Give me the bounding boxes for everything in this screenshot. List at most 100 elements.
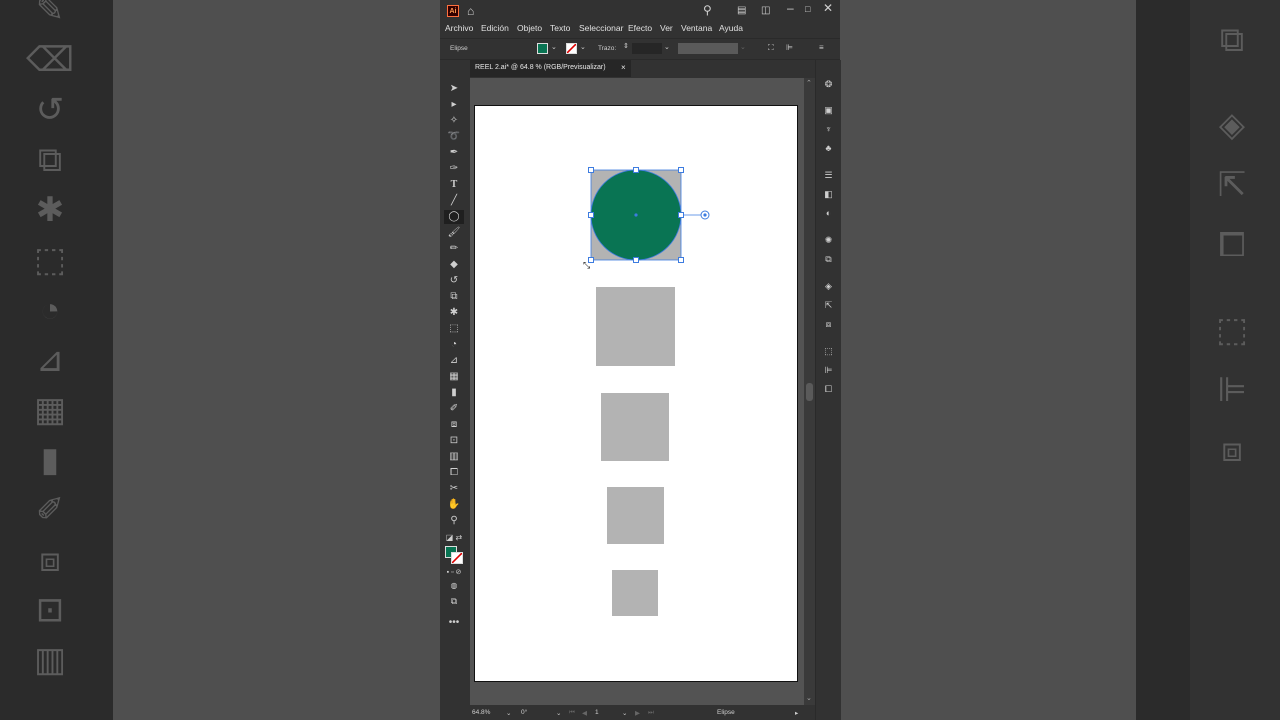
club-icon[interactable]: ♣: [822, 142, 835, 154]
magic-wand-tool-icon[interactable]: ✧: [444, 114, 464, 128]
default-colors-icon[interactable]: ◪ ⇄: [444, 531, 464, 545]
stroke-dropdown-icon[interactable]: ⌄: [580, 43, 586, 51]
selected-ellipse[interactable]: [585, 164, 715, 266]
selection-tool-icon[interactable]: ➤: [444, 82, 464, 96]
maximize-icon[interactable]: □: [805, 3, 810, 15]
artboard-dropdown-icon[interactable]: ⌄: [622, 709, 627, 717]
pencil-tool-icon[interactable]: ✏: [444, 242, 464, 256]
gray-square-3[interactable]: [607, 487, 664, 544]
menu-ayuda[interactable]: Ayuda: [719, 23, 743, 33]
edit-toolbar-icon[interactable]: •••: [444, 616, 464, 630]
transparency-icon[interactable]: ◐: [822, 207, 835, 219]
gray-square-2[interactable]: [601, 393, 669, 461]
menu-ventana[interactable]: Ventana: [681, 23, 712, 33]
pen-tool-icon[interactable]: ✒: [444, 146, 464, 160]
type-tool-icon[interactable]: T: [444, 178, 464, 192]
stroke-weight-dropdown-icon[interactable]: ⌄: [664, 43, 670, 51]
direct-selection-tool-icon[interactable]: ▸: [444, 98, 464, 112]
zoom-tool-icon[interactable]: ⚲: [444, 514, 464, 528]
appearance-icon[interactable]: ✺: [822, 234, 835, 246]
menu-edicion[interactable]: Edición: [481, 23, 509, 33]
handle-top-right[interactable]: [678, 167, 684, 173]
align-icon[interactable]: ⊫: [822, 364, 835, 376]
column-graph-tool-icon[interactable]: ▥: [444, 450, 464, 464]
profile-dropdown-icon[interactable]: ⌄: [740, 43, 746, 51]
last-artboard-icon[interactable]: ⏭: [648, 709, 654, 717]
export-icon[interactable]: ⇱: [822, 299, 835, 311]
ellipse-tool-icon[interactable]: ◯: [444, 210, 464, 224]
artboard[interactable]: ⤡: [474, 105, 798, 682]
zoom-dropdown-icon[interactable]: ⌄: [506, 709, 511, 717]
zoom-level[interactable]: 64.8%: [472, 709, 490, 716]
brush-icon[interactable]: ♆: [822, 123, 835, 135]
color-wheel-icon[interactable]: ❂: [822, 78, 835, 90]
pathfinder-icon[interactable]: ⧈: [822, 318, 835, 330]
handle-middle-left[interactable]: [588, 212, 594, 218]
blend-tool-icon[interactable]: ⧈: [444, 418, 464, 432]
stroke-weight-input[interactable]: [632, 43, 662, 54]
menu-archivo[interactable]: Archivo: [445, 23, 473, 33]
fill-swatch[interactable]: [537, 43, 548, 54]
slice-tool-icon[interactable]: ✂: [444, 482, 464, 496]
handle-top-left[interactable]: [588, 167, 594, 173]
menu-seleccionar[interactable]: Seleccionar: [579, 23, 623, 33]
scrollbar-thumb[interactable]: [806, 383, 813, 401]
paintbrush-tool-icon[interactable]: 🖌: [444, 226, 464, 240]
symbol-sprayer-tool-icon[interactable]: ⊡: [444, 434, 464, 448]
vertical-scrollbar[interactable]: ⌃ ⌄: [804, 78, 815, 705]
shape-builder-tool-icon[interactable]: ◔: [444, 338, 464, 352]
status-menu-icon[interactable]: ▸: [795, 709, 798, 717]
stroke-color-box[interactable]: [451, 552, 463, 564]
fill-dropdown-icon[interactable]: ⌄: [551, 43, 557, 51]
close-tab-icon[interactable]: ×: [621, 63, 626, 72]
layers-icon[interactable]: ◈: [822, 280, 835, 292]
scale-tool-icon[interactable]: ⧉: [444, 290, 464, 304]
close-window-icon[interactable]: ✕: [823, 2, 833, 14]
stroke-icon[interactable]: ☰: [822, 169, 835, 181]
handle-bottom-right[interactable]: [678, 257, 684, 263]
hand-tool-icon[interactable]: ✋: [444, 498, 464, 512]
minimize-icon[interactable]: –: [787, 2, 794, 14]
menu-efecto[interactable]: Efecto: [628, 23, 652, 33]
libraries-icon[interactable]: ▣: [822, 104, 835, 116]
rotation-dropdown-icon[interactable]: ⌄: [556, 709, 561, 717]
artboard-number[interactable]: 1: [595, 709, 599, 716]
gradient-tool-icon[interactable]: ▮: [444, 386, 464, 400]
screen-mode-icon[interactable]: ⧉: [444, 594, 464, 608]
stroke-swatch[interactable]: [566, 43, 577, 54]
align-options-icon[interactable]: ⊫: [786, 43, 793, 52]
curvature-tool-icon[interactable]: ✑: [444, 162, 464, 176]
variable-width-profile[interactable]: [678, 43, 738, 54]
transform-options-icon[interactable]: ⛶: [768, 43, 774, 53]
free-transform-tool-icon[interactable]: ⬚: [444, 322, 464, 336]
stroke-label[interactable]: Trazo:: [598, 45, 616, 52]
next-artboard-icon[interactable]: ▶: [635, 709, 640, 717]
menu-ver[interactable]: Ver: [660, 23, 673, 33]
gray-square-1[interactable]: [596, 287, 675, 366]
arrange-icon[interactable]: ⧠: [822, 383, 835, 395]
artboard-tool-icon[interactable]: ⧠: [444, 466, 464, 480]
arrange-documents-icon[interactable]: ▤: [737, 5, 746, 17]
search-icon[interactable]: ⚲: [703, 4, 712, 16]
eraser-tool-icon[interactable]: ◆: [444, 258, 464, 272]
lasso-tool-icon[interactable]: ➰: [444, 130, 464, 144]
document-tab[interactable]: REEL 2.ai* @ 64.8 % (RGB/Previsualizar) …: [470, 60, 631, 77]
rotation-value[interactable]: 0°: [521, 709, 527, 716]
draw-mode-icon[interactable]: ◍: [444, 579, 464, 593]
puppet-warp-tool-icon[interactable]: ✱: [444, 306, 464, 320]
scroll-down-icon[interactable]: ⌄: [806, 694, 812, 702]
line-tool-icon[interactable]: ╱: [444, 194, 464, 208]
home-icon[interactable]: ⌂: [467, 5, 474, 17]
mesh-tool-icon[interactable]: ▦: [444, 370, 464, 384]
perspective-grid-tool-icon[interactable]: ⊿: [444, 354, 464, 368]
gradient-icon[interactable]: ◧: [822, 188, 835, 200]
color-mode-icons[interactable]: ▪ ▫ ⊘: [444, 566, 464, 580]
gray-square-4[interactable]: [612, 570, 658, 616]
menu-texto[interactable]: Texto: [550, 23, 570, 33]
control-menu-icon[interactable]: ≡: [819, 43, 824, 52]
handle-middle-right[interactable]: [678, 212, 684, 218]
eyedropper-tool-icon[interactable]: ✐: [444, 402, 464, 416]
rotate-tool-icon[interactable]: ↺: [444, 274, 464, 288]
menu-objeto[interactable]: Objeto: [517, 23, 542, 33]
stroke-stepper-icon[interactable]: ⇕: [623, 42, 629, 50]
